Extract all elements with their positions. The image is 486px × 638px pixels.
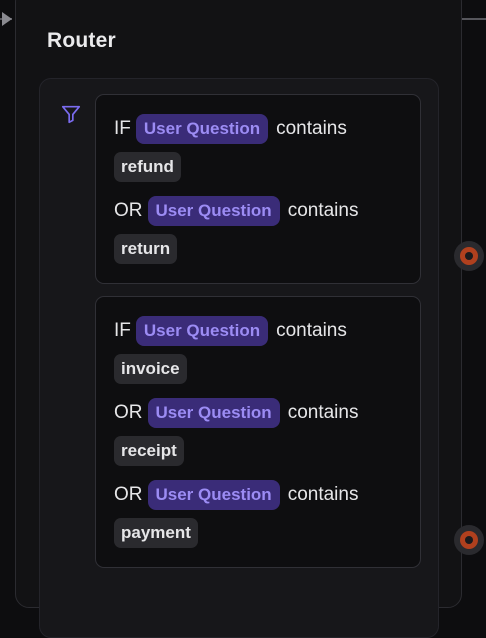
value-chip[interactable]: invoice [114,354,187,384]
rule-card[interactable]: IF User Question contains refund OR User… [95,94,421,284]
input-arrow-icon[interactable] [2,12,12,26]
variable-chip[interactable]: User Question [147,398,280,428]
output-port-rule-2[interactable] [454,525,484,555]
value-chip[interactable]: receipt [114,436,184,466]
condition-verb: contains [287,200,359,221]
router-node[interactable]: Router IF User Question contains refund … [15,0,462,638]
value-chip[interactable]: payment [114,518,198,548]
condition-row: IF User Question contains [114,113,347,145]
condition-row: OR User Question contains [114,195,358,227]
value-chip[interactable]: return [114,234,178,264]
outgoing-edge [462,18,486,20]
condition-operator: OR [114,402,143,423]
variable-chip[interactable]: User Question [135,114,269,144]
output-port-icon [460,531,478,549]
filter-icon [61,105,81,124]
output-port-icon [460,247,478,265]
condition-row: IF User Question contains [114,315,347,347]
rules-panel: IF User Question contains refund OR User… [39,78,439,638]
condition-operator: OR [114,200,143,221]
variable-chip[interactable]: User Question [147,480,280,510]
output-port-rule-1[interactable] [454,241,484,271]
node-title: Router [47,29,116,52]
condition-row: OR User Question contains [114,479,358,511]
rule-card[interactable]: IF User Question contains invoice OR Use… [95,296,421,568]
value-chip[interactable]: refund [114,152,181,182]
condition-row: OR User Question contains [114,397,358,429]
condition-operator: IF [114,320,131,341]
variable-chip[interactable]: User Question [135,316,269,346]
condition-verb: contains [276,320,347,341]
variable-chip[interactable]: User Question [147,196,280,226]
condition-operator: IF [114,118,131,139]
condition-verb: contains [287,484,359,505]
condition-operator: OR [114,484,143,505]
condition-verb: contains [276,118,347,139]
condition-verb: contains [287,402,359,423]
